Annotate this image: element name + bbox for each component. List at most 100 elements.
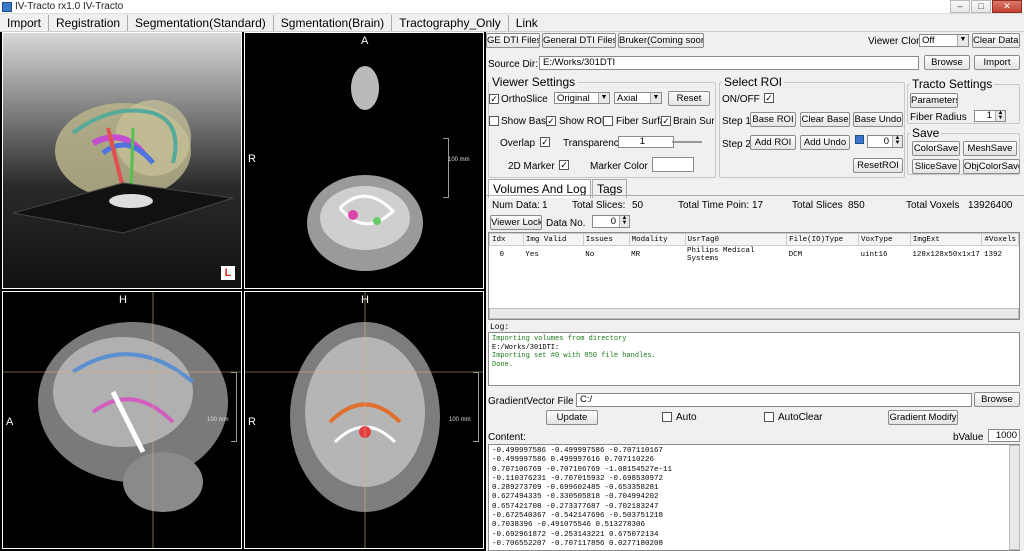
reset-button[interactable]: Reset: [668, 91, 710, 106]
cell-issues: No: [585, 251, 595, 259]
data-no-spinner[interactable]: 0 ▲ ▼: [592, 215, 630, 228]
col-voxtype[interactable]: VoxType: [858, 233, 911, 246]
marker-color-label: Marker Color: [590, 161, 648, 172]
viewer-clone-select[interactable]: Off ▼: [919, 34, 969, 47]
cell-modality: MR: [631, 251, 641, 259]
menu-segmentation-standard[interactable]: Segmentation(Standard): [128, 14, 274, 31]
scale-ruler-coronal: [473, 372, 479, 442]
col-issues[interactable]: Issues: [582, 233, 630, 246]
minimize-button[interactable]: –: [950, 0, 970, 13]
transparency-slider[interactable]: [672, 141, 702, 143]
col-img-valid[interactable]: Img Valid: [522, 233, 584, 246]
control-panel: GE DTI Files General DTI Files Bruker(Co…: [486, 32, 1024, 551]
view-3d[interactable]: L: [2, 32, 242, 289]
general-dti-files-button[interactable]: General DTI Files: [542, 33, 616, 48]
col-idx[interactable]: Idx: [489, 233, 524, 246]
content-line: -0.110376231 -0.707015932 -0.698530972: [492, 474, 664, 483]
menu-tractography-only[interactable]: Tractography_Only: [392, 14, 509, 31]
clear-base-button[interactable]: Clear Base: [800, 112, 850, 127]
add-roi-button[interactable]: Add ROI: [750, 135, 796, 150]
slice-save-button[interactable]: SliceSave: [912, 159, 960, 174]
reset-roi-button[interactable]: ResetROI: [853, 158, 903, 173]
source-import-button[interactable]: Import: [974, 55, 1020, 70]
table-row[interactable]: 0 Yes No MR Philips Medical Systems DCM …: [490, 246, 1019, 265]
parameters-button[interactable]: Parameters: [910, 93, 958, 108]
gradient-content-text[interactable]: -0.499997586 -0.499997586 -0.707110167 -…: [488, 444, 1020, 551]
total-slices2-value: 850: [848, 200, 865, 211]
fiber-surface-checkbox[interactable]: [603, 116, 613, 126]
show-base-label: Show Base: [501, 116, 552, 127]
transparency-label: Transparency: [563, 138, 624, 149]
show-base-checkbox[interactable]: [489, 116, 499, 126]
view-mode-select[interactable]: Original ▼: [554, 92, 610, 104]
spinner-arrows-icon[interactable]: ▲ ▼: [892, 135, 902, 147]
source-dir-input[interactable]: E:/Works/301DTI: [539, 56, 919, 70]
viewer-lock-button[interactable]: Viewer Lock!: [490, 215, 542, 230]
gradient-vector-input[interactable]: C:/: [576, 393, 972, 407]
close-button[interactable]: ✕: [992, 0, 1022, 13]
roi-count-spinner[interactable]: 0 ▲ ▼: [867, 135, 903, 148]
col-imgext[interactable]: ImgExt: [909, 233, 983, 246]
auto-checkbox[interactable]: [662, 412, 672, 422]
ge-dti-files-button[interactable]: GE DTI Files: [486, 33, 540, 48]
total-slices2-label: Total Slices: [792, 200, 843, 211]
spinner-arrows-icon[interactable]: ▲ ▼: [619, 215, 629, 227]
bruker-button[interactable]: Bruker(Coming soon): [618, 33, 704, 48]
roi-onoff-checkbox[interactable]: ✓: [764, 93, 774, 103]
color-save-button[interactable]: ColorSave: [912, 141, 960, 156]
fiber-radius-label: Fiber Radius: [910, 112, 967, 123]
col-modality[interactable]: Modality: [628, 233, 686, 246]
spinner-arrows-icon[interactable]: ▲ ▼: [995, 110, 1005, 121]
fiber-radius-spinner[interactable]: 1 ▲ ▼: [974, 110, 1006, 122]
marker-color-swatch[interactable]: [652, 157, 694, 172]
gradient-modify-button[interactable]: Gradient Modify: [888, 410, 958, 425]
view-sagittal[interactable]: H A 100 mm: [2, 291, 242, 549]
select-roi-title: Select ROI: [722, 75, 785, 89]
bvalue-input[interactable]: 1000: [988, 429, 1020, 442]
plane-select[interactable]: Axial ▼: [614, 92, 662, 104]
brain-surface-label: Brain Surfa: [673, 116, 714, 127]
gradient-browse-button[interactable]: Browse: [974, 392, 1020, 407]
col-file-io-type[interactable]: File(IO)Type: [786, 233, 860, 246]
view-axial[interactable]: A R 100 mm: [244, 32, 484, 289]
menu-registration[interactable]: Registration: [49, 14, 129, 31]
cell-file-io-type: DCM: [788, 251, 803, 259]
base-undo-button[interactable]: Base Undo: [853, 112, 903, 127]
marker-2d-checkbox[interactable]: ✓: [559, 160, 569, 170]
menu-segmentation-brain[interactable]: Sgmentation(Brain): [274, 14, 393, 31]
cell-img-valid: Yes: [525, 251, 539, 259]
clear-data-button[interactable]: Clear Data!: [972, 33, 1020, 48]
title-bar: IV-Tracto rx1.0 IV-Tracto – □ ✕: [0, 0, 1024, 14]
orthoslice-label: OrthoSlice: [501, 94, 548, 105]
source-browse-button[interactable]: Browse: [924, 55, 970, 70]
total-voxels-label: Total Voxels: [906, 200, 960, 211]
viewport-area: L A R 100 mm H A 100 mm H R 100 mm: [0, 32, 486, 551]
table-header-row: Idx Img Valid Issues Modality UsrTag0 Fi…: [489, 233, 1019, 246]
obj-color-save-button[interactable]: ObjColorSave: [963, 159, 1020, 174]
chevron-down-icon: ▼: [650, 93, 661, 103]
mesh-save-button[interactable]: MeshSave: [963, 141, 1017, 156]
menu-link[interactable]: Link: [509, 15, 545, 31]
content-vertical-scrollbar[interactable]: [1009, 445, 1020, 550]
bvalue-label: bValue: [953, 432, 984, 443]
add-undo-button[interactable]: Add Undo: [800, 135, 850, 150]
autoclear-checkbox[interactable]: [764, 412, 774, 422]
menu-bar: Import Registration Segmentation(Standar…: [0, 14, 1024, 32]
show-roi-checkbox[interactable]: ✓: [546, 116, 556, 126]
col-usrtag0[interactable]: UsrTag0: [684, 233, 788, 246]
overlap-checkbox[interactable]: ✓: [540, 137, 550, 147]
view-coronal[interactable]: H R 100 mm: [244, 291, 484, 549]
col-voxels[interactable]: #Voxels: [981, 233, 1019, 246]
log-line: Done.: [492, 360, 514, 369]
base-roi-button[interactable]: Base ROI: [750, 112, 796, 127]
update-button[interactable]: Update: [546, 410, 598, 425]
transparency-input[interactable]: 1: [618, 136, 674, 148]
maximize-button[interactable]: □: [971, 0, 991, 13]
menu-import[interactable]: Import: [0, 14, 50, 31]
auto-label: Auto: [676, 412, 697, 423]
tracto-settings-title: Tracto Settings: [910, 77, 995, 91]
brain-surface-checkbox[interactable]: ✓: [661, 116, 671, 126]
orthoslice-checkbox[interactable]: ✓: [489, 94, 499, 104]
table-horizontal-scrollbar[interactable]: [489, 308, 1019, 319]
show-roi-label: Show ROI: [559, 116, 605, 127]
